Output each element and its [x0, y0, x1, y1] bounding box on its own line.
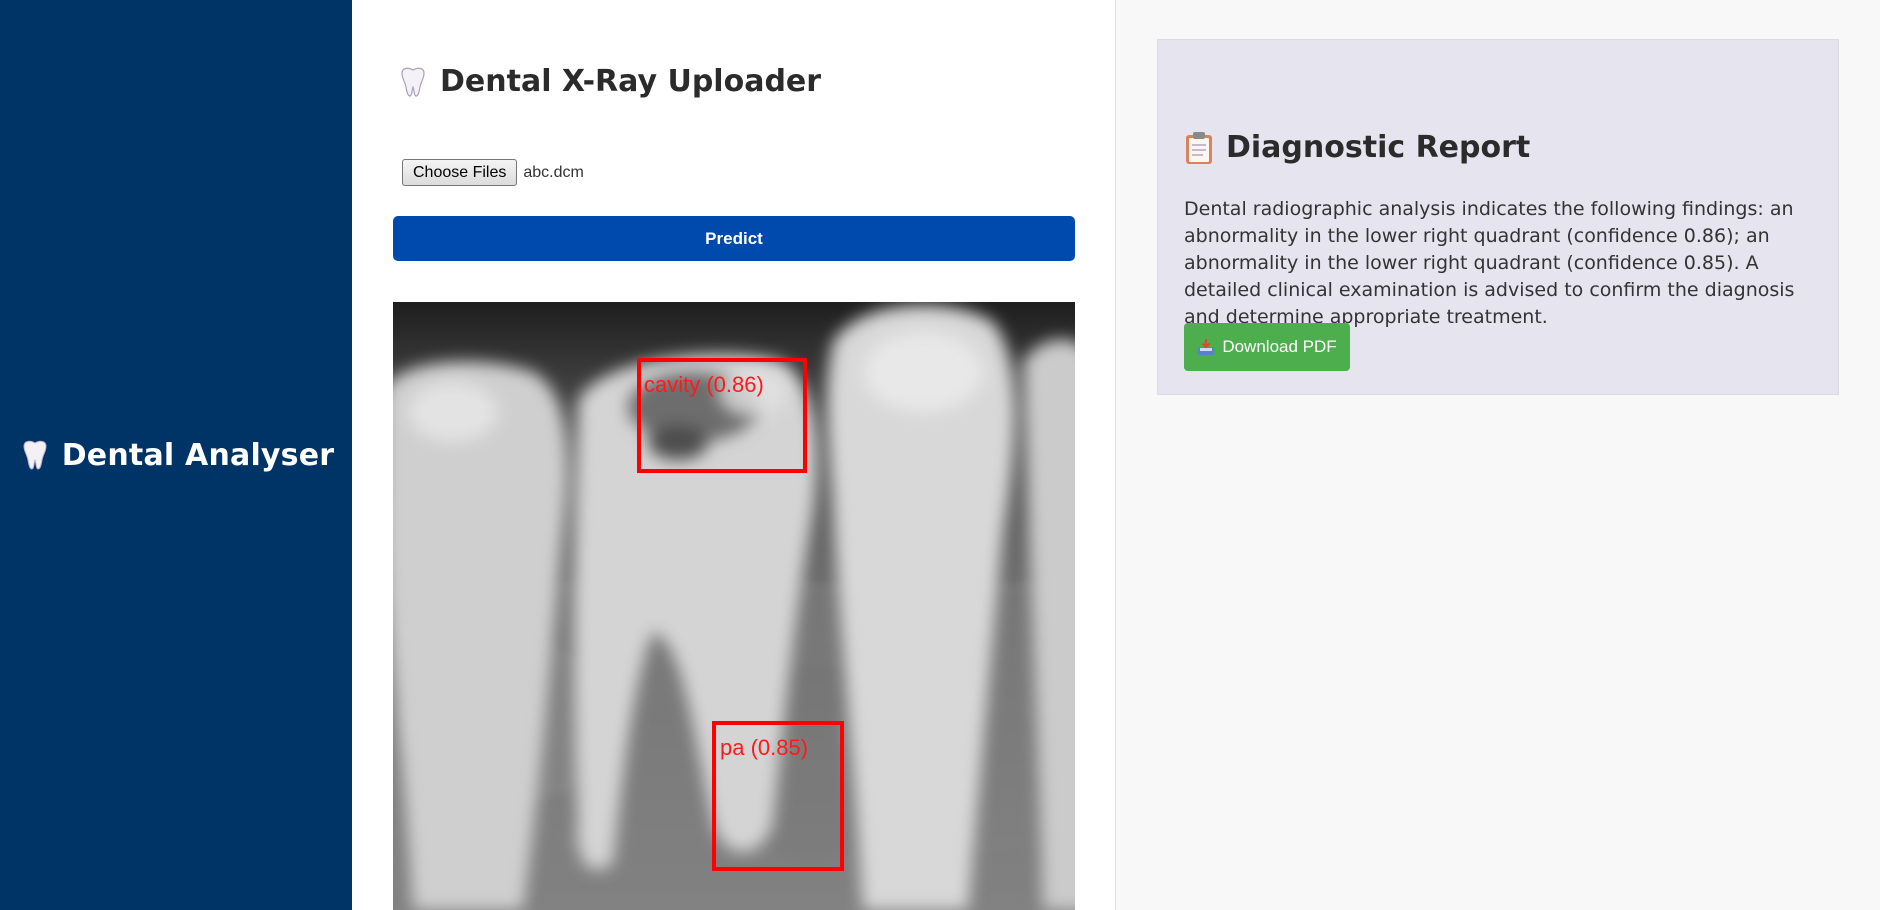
sidebar: Dental Analyser [0, 0, 352, 910]
report-text: Dental radiographic analysis indicates t… [1184, 198, 1795, 328]
tooth-icon [401, 67, 425, 97]
detection-label-pa: pa (0.85) [720, 735, 808, 760]
report-title: Diagnostic Report [1226, 130, 1531, 165]
choose-files-button[interactable]: Choose Files [402, 159, 518, 186]
detection-label-cavity: cavity (0.86) [644, 372, 764, 397]
download-pdf-button[interactable]: Download PDF [1184, 323, 1350, 371]
file-input: Choose Files abc.dcm [402, 159, 584, 186]
tooth-icon [23, 440, 47, 470]
xray-canvas: cavity (0.86) pa (0.85) [393, 302, 1075, 910]
clipboard-icon [1186, 131, 1212, 164]
report-panel: Diagnostic Report Dental radiographic an… [1157, 39, 1839, 395]
uploader-panel: Dental X-Ray Uploader Choose Files abc.d… [352, 0, 1116, 910]
uploader-header: Dental X-Ray Uploader [396, 64, 821, 99]
selected-file-name: abc.dcm [523, 163, 584, 181]
brand-title: Dental Analyser [61, 437, 335, 473]
inbox-tray-icon [1198, 339, 1215, 355]
report-header: Diagnostic Report [1184, 130, 1530, 165]
page-title: Dental X-Ray Uploader [440, 64, 822, 99]
predict-button[interactable]: Predict [393, 216, 1075, 261]
brand: Dental Analyser [18, 438, 335, 473]
xray-image: cavity (0.86) pa (0.85) [393, 302, 1075, 910]
download-pdf-label: Download PDF [1222, 337, 1337, 356]
